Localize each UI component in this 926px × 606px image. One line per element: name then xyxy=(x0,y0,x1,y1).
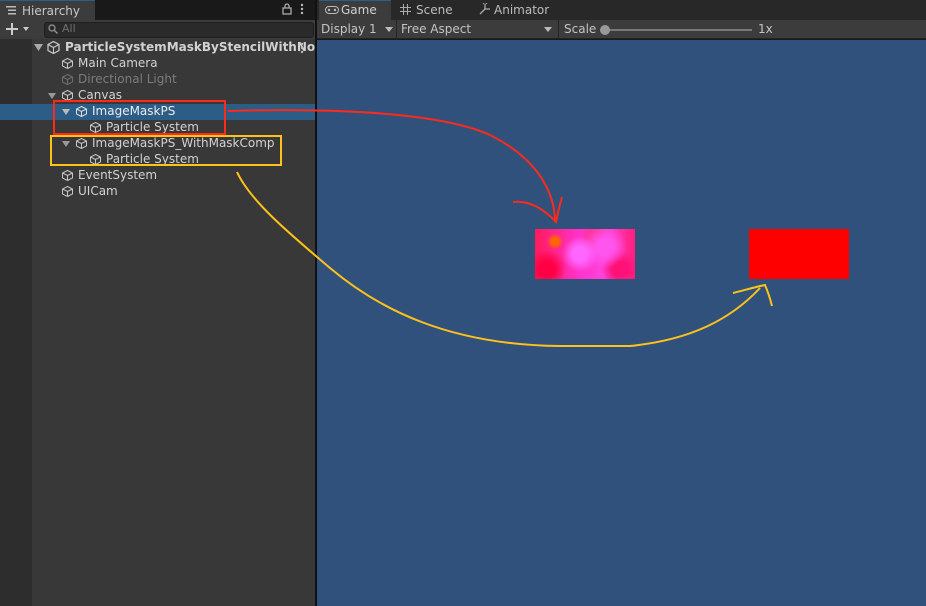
tab-animator-label[interactable]: Animator xyxy=(494,3,549,17)
add-object-button[interactable] xyxy=(6,23,32,35)
lock-icon[interactable] xyxy=(282,3,292,15)
display-select[interactable]: Display 1 xyxy=(321,22,377,36)
masked-particle-system-render xyxy=(535,229,635,279)
gameobject-cube-icon xyxy=(62,170,73,181)
toolbar-separator xyxy=(396,20,397,39)
expand-arrow-icon[interactable] xyxy=(48,92,56,100)
gameobject-cube-icon xyxy=(76,106,87,117)
grid-icon xyxy=(400,4,411,15)
gameobject-cube-icon xyxy=(62,186,73,197)
gameobject-cube-icon xyxy=(62,74,73,85)
panel-divider[interactable] xyxy=(315,0,317,606)
tree-item-main-camera[interactable]: Main Camera xyxy=(78,56,158,70)
expand-arrow-icon[interactable] xyxy=(34,43,43,52)
tab-hierarchy-label: Hierarchy xyxy=(22,4,81,18)
scale-slider-track[interactable] xyxy=(605,29,752,31)
unity-scene-icon xyxy=(47,41,60,54)
red-mask-image-render xyxy=(749,229,849,279)
hierarchy-gutter xyxy=(0,39,32,606)
tab-game-label: Game xyxy=(341,3,377,17)
gameobject-cube-icon xyxy=(90,154,101,165)
scale-slider-thumb[interactable] xyxy=(600,25,610,35)
search-placeholder: All xyxy=(62,22,76,35)
gamepad-icon xyxy=(325,6,339,14)
search-icon xyxy=(48,24,58,34)
gameobject-cube-icon xyxy=(76,138,87,149)
scene-kebab-icon[interactable] xyxy=(300,42,304,54)
tree-item-particle-system-2[interactable]: Particle System xyxy=(106,152,199,166)
tree-item-canvas[interactable]: Canvas xyxy=(78,88,122,102)
scale-value: 1x xyxy=(758,22,773,36)
kebab-menu-icon[interactable] xyxy=(300,3,304,15)
list-icon xyxy=(6,6,16,15)
tab-scene-label[interactable]: Scene xyxy=(416,3,453,17)
search-input[interactable] xyxy=(44,22,314,38)
tree-item-eventsystem[interactable]: EventSystem xyxy=(78,168,157,182)
tree-item-directional-light[interactable]: Directional Light xyxy=(78,72,177,86)
scene-root-label[interactable]: ParticleSystemMaskByStencilWithNotS xyxy=(65,40,330,54)
scale-label: Scale xyxy=(564,22,597,36)
tree-item-imagemaskps-withmaskcomp[interactable]: ImageMaskPS_WithMaskComp xyxy=(92,136,275,150)
gameobject-cube-icon xyxy=(62,58,73,69)
display-dropdown-icon[interactable] xyxy=(385,27,393,32)
tree-item-uicam[interactable]: UICam xyxy=(78,184,118,198)
expand-arrow-icon[interactable] xyxy=(62,108,70,116)
tree-item-particle-system[interactable]: Particle System xyxy=(106,120,199,134)
game-viewport[interactable] xyxy=(317,40,926,606)
tree-item-imagemaskps[interactable]: ImageMaskPS xyxy=(92,104,175,118)
gameobject-cube-icon xyxy=(62,90,73,101)
aspect-select[interactable]: Free Aspect xyxy=(401,22,471,36)
tab-hierarchy[interactable]: Hierarchy xyxy=(0,0,95,20)
gameobject-cube-icon xyxy=(90,122,101,133)
toolbar-separator xyxy=(558,20,559,39)
expand-arrow-icon[interactable] xyxy=(62,140,70,148)
aspect-dropdown-icon[interactable] xyxy=(544,27,552,32)
animator-icon xyxy=(479,3,490,15)
